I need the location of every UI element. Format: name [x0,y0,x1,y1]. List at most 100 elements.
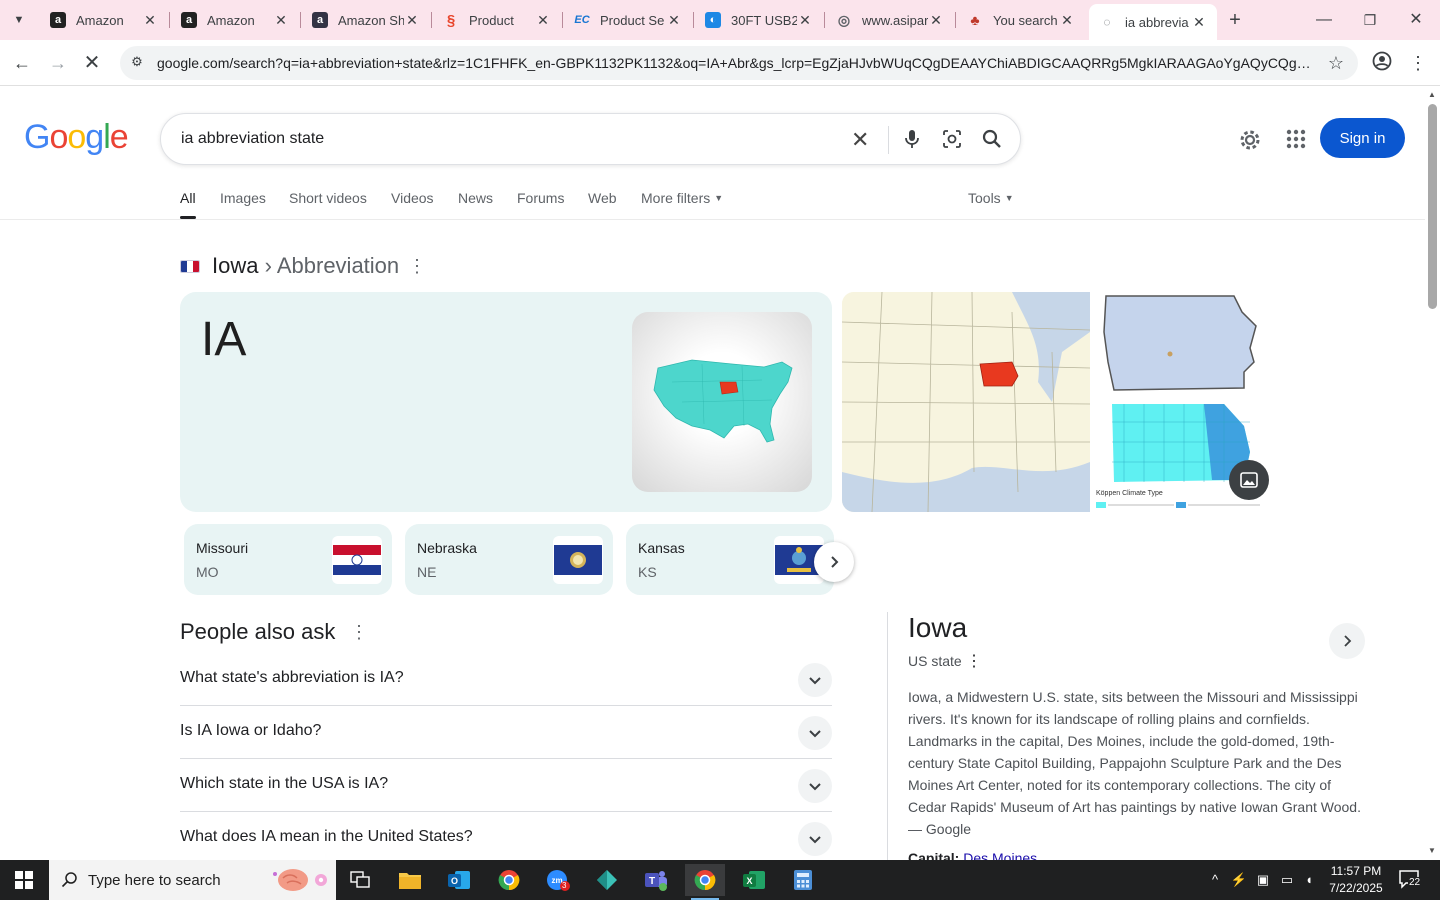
tab-search-icon[interactable]: ▼ [6,7,32,33]
next-states-button[interactable] [814,542,854,582]
chrome-profile-icon[interactable] [489,864,529,896]
related-state-card[interactable]: Kansas KS [626,524,834,595]
search-box[interactable]: ia abbreviation state ✕ [160,113,1021,165]
tab-close-icon[interactable]: ✕ [928,12,944,29]
system-clock[interactable]: 11:57 PM 7/22/2025 [1326,863,1386,897]
lens-icon[interactable] [939,126,965,152]
browser-tab-active[interactable]: ◌ ia abbrevia ✕ [1089,4,1217,40]
iowa-locator-map[interactable] [842,292,1090,512]
scroll-up-icon[interactable]: ▲ [1428,90,1436,99]
show-hidden-icons[interactable]: ^ [1206,871,1224,889]
browser-tab[interactable]: ◐ 30FT USB2. ✕ [695,4,823,36]
close-window-icon[interactable]: ✕ [1406,10,1426,30]
browser-tab[interactable]: a Amazon ✕ [40,4,168,36]
new-tab-button[interactable]: + [1224,9,1246,31]
tab-close-icon[interactable]: ✕ [797,12,813,29]
tab-close-icon[interactable]: ✕ [404,12,420,29]
chevron-down-icon[interactable] [798,716,832,750]
paa-question[interactable]: Is IA Iowa or Idaho? [180,706,832,759]
forward-icon[interactable]: → [46,51,70,75]
volume-icon[interactable]: ◖ [1300,871,1318,889]
address-bar[interactable]: ⚙ google.com/search?q=ia+abbreviation+st… [120,46,1358,80]
tools-menu[interactable]: Tools ▼ [968,190,1014,206]
clear-icon[interactable]: ✕ [851,127,869,153]
tab-close-icon[interactable]: ✕ [273,12,289,29]
tab-close-icon[interactable]: ✕ [535,12,551,29]
tab-forums[interactable]: Forums [517,190,564,206]
kp-source[interactable]: — Google [908,821,971,837]
taskbar-search-placeholder[interactable]: Type here to search [88,872,221,889]
teams-icon[interactable]: T [636,864,676,896]
maximize-icon[interactable]: ❐ [1360,10,1380,30]
more-images-icon[interactable] [1229,460,1269,500]
back-icon[interactable]: ← [10,51,34,75]
browser-menu-icon[interactable]: ⋮ [1406,51,1430,75]
google-apps-icon[interactable] [1284,127,1308,151]
tab-all[interactable]: All [180,190,196,219]
more-filters-menu[interactable]: More filters ▼ [641,190,723,206]
related-state-card[interactable]: Missouri MO [184,524,392,595]
scrollbar-thumb[interactable] [1428,104,1437,309]
tab-short-videos[interactable]: Short videos [289,190,367,206]
chrome-icon[interactable] [685,864,725,900]
iowa-outline-map[interactable] [1094,292,1264,400]
google-logo[interactable]: Google [24,118,129,157]
state-name: Kansas [638,540,685,556]
chevron-down-icon[interactable] [798,769,832,803]
mic-icon[interactable] [899,126,925,152]
zoom-icon[interactable]: zm 3 [538,864,578,896]
kp-more-icon[interactable]: ⋮ [966,651,982,671]
security-icon[interactable]: ▣ [1254,871,1272,889]
profile-icon[interactable] [1370,51,1394,75]
power-plan-icon[interactable]: ⚡ [1230,871,1248,889]
file-explorer-icon[interactable] [390,864,430,896]
browser-tab[interactable]: ♣ You search ✕ [957,4,1085,36]
tab-images[interactable]: Images [220,190,266,206]
site-info-icon[interactable]: ⚙ [128,54,146,72]
network-icon[interactable]: ▭ [1278,871,1296,889]
tab-close-icon[interactable]: ✕ [142,12,158,29]
tab-web[interactable]: Web [588,190,617,206]
scroll-down-icon[interactable]: ▼ [1428,846,1436,855]
notification-center-icon[interactable]: 22 [1398,869,1424,891]
browser-tab[interactable]: a Amazon Sh ✕ [302,4,430,36]
taskbar-search[interactable]: Type here to search [49,860,336,900]
settings-gear-icon[interactable] [1236,126,1264,154]
url-text[interactable]: google.com/search?q=ia+abbreviation+stat… [157,55,1312,71]
windows-start-icon[interactable] [0,860,48,900]
sign-in-button[interactable]: Sign in [1320,118,1405,158]
browser-tab[interactable]: a Amazon ✕ [171,4,299,36]
stop-loading-icon[interactable]: ✕ [80,51,104,75]
paa-question[interactable]: What does IA mean in the United States? [180,812,832,865]
search-input[interactable]: ia abbreviation state [181,130,324,148]
outlook-icon[interactable]: O [439,864,479,896]
tab-news[interactable]: News [458,190,493,206]
usa-map-thumbnail[interactable] [632,312,812,492]
paa-more-icon[interactable]: ⋮ [350,622,368,643]
tab-close-icon[interactable]: ✕ [666,12,682,29]
search-icon[interactable] [979,126,1005,152]
paa-question[interactable]: What state's abbreviation is IA? [180,653,832,706]
related-state-card[interactable]: Nebraska NE [405,524,613,595]
browser-tab[interactable]: ◎ www.asipar ✕ [826,4,954,36]
kite-app-icon[interactable] [587,864,627,896]
task-view-icon[interactable] [340,864,380,896]
tab-videos[interactable]: Videos [391,190,434,206]
answer-attribute[interactable]: Abbreviation [277,253,399,278]
browser-tab[interactable]: EC Product Se ✕ [564,4,692,36]
kp-open-button[interactable] [1329,623,1365,659]
tab-separator [431,12,432,28]
minimize-icon[interactable]: — [1314,10,1334,30]
chevron-down-icon[interactable] [798,822,832,856]
answer-breadcrumb[interactable]: Iowa › Abbreviation [212,253,399,279]
excel-icon[interactable]: X [734,864,774,896]
calculator-icon[interactable] [783,864,823,896]
tab-close-icon[interactable]: ✕ [1191,14,1207,31]
bookmark-star-icon[interactable]: ☆ [1328,53,1344,74]
paa-question[interactable]: Which state in the USA is IA? [180,759,832,812]
tab-close-icon[interactable]: ✕ [1059,12,1075,29]
chevron-down-icon[interactable] [798,663,832,697]
browser-tab[interactable]: § Product ✕ [433,4,561,36]
answer-entity[interactable]: Iowa [212,253,258,278]
more-options-icon[interactable]: ⋮ [408,256,426,277]
